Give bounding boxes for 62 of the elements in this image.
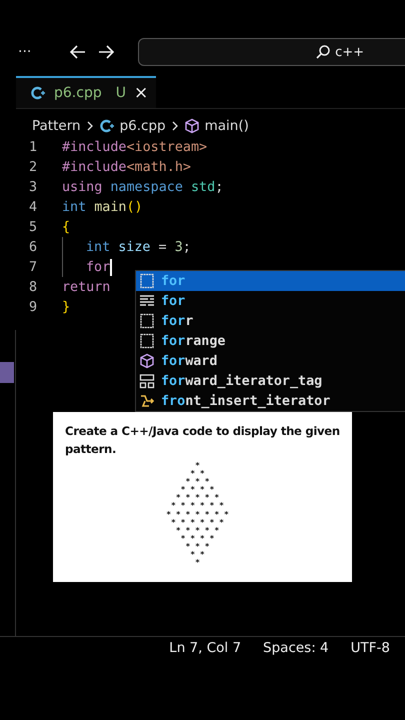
close-icon[interactable]: × bbox=[134, 83, 148, 103]
struct-icon bbox=[139, 373, 155, 389]
line-number: 9 bbox=[28, 300, 38, 314]
line-number: 2 bbox=[28, 160, 38, 174]
line-number: 5 bbox=[28, 220, 38, 234]
cube-icon bbox=[139, 353, 155, 369]
code-token: size bbox=[118, 240, 150, 254]
breadcrumb-item[interactable]: Pattern bbox=[32, 118, 81, 134]
code-token: for bbox=[86, 260, 110, 274]
code-token: () bbox=[126, 200, 143, 214]
code-token: <math.h> bbox=[126, 160, 191, 174]
line-number: 3 bbox=[28, 180, 38, 194]
search-field[interactable]: c++ bbox=[138, 38, 405, 66]
code-token: std bbox=[191, 180, 216, 194]
sidebar-marker bbox=[0, 362, 14, 383]
search-text: c++ bbox=[335, 44, 364, 60]
chevron-icon bbox=[170, 121, 179, 131]
cpp-file-icon bbox=[98, 118, 115, 134]
star-pattern: * * * * * * * * * * * * * * * * * * * * * * * * * * * * * * * * * * * * * * * * * * * * * * * * * bbox=[166, 462, 229, 568]
code-token: } bbox=[62, 300, 70, 314]
more-button[interactable]: ··· bbox=[18, 44, 68, 60]
breadcrumb-item[interactable]: p6.cpp bbox=[120, 118, 166, 134]
code-token: namespace bbox=[110, 180, 184, 194]
search-icon bbox=[315, 44, 332, 60]
suggestion-item[interactable]: forward bbox=[136, 351, 405, 371]
code-token: int bbox=[62, 200, 88, 214]
code-token: #include bbox=[62, 160, 126, 174]
status-item[interactable]: Spaces: 4 bbox=[263, 640, 329, 656]
status-item[interactable]: UTF-8 bbox=[350, 640, 390, 656]
code-token: ; bbox=[182, 240, 191, 254]
function-icon bbox=[139, 393, 155, 409]
suggestion-item[interactable]: for bbox=[136, 291, 405, 311]
status-item[interactable]: Ln 7, Col 7 bbox=[169, 640, 242, 656]
suggestion-item[interactable]: front_insert_iterator bbox=[136, 391, 405, 411]
line-number: 6 bbox=[28, 240, 38, 254]
breadcrumb-item[interactable]: main() bbox=[204, 118, 249, 134]
code-token: using bbox=[62, 180, 104, 194]
line-number: 7 bbox=[28, 260, 38, 274]
cube-icon bbox=[184, 118, 200, 134]
code-token: <iostream> bbox=[126, 140, 208, 154]
code-token: #include bbox=[62, 140, 126, 154]
snippet-icon bbox=[139, 273, 155, 289]
chevron-icon bbox=[86, 121, 94, 131]
snippet-icon bbox=[139, 333, 155, 349]
code-token: main bbox=[94, 200, 126, 214]
code-token: int bbox=[86, 240, 112, 254]
code-token: = bbox=[158, 240, 168, 254]
line-number: 1 bbox=[28, 140, 38, 154]
suggestion-item[interactable]: forr bbox=[136, 311, 405, 331]
line-number: 4 bbox=[28, 200, 38, 214]
line-number: 8 bbox=[28, 280, 38, 294]
code-token: return bbox=[62, 280, 110, 294]
cpp-file-icon bbox=[30, 85, 46, 101]
snippet-icon bbox=[139, 313, 155, 329]
code-token: { bbox=[62, 220, 70, 234]
suggestion-item[interactable]: forrange bbox=[136, 331, 405, 351]
suggestion-item[interactable]: forward_iterator_tag bbox=[136, 371, 405, 391]
text-caret bbox=[110, 258, 112, 276]
editor-tab[interactable]: p6.cpp U × bbox=[16, 76, 156, 108]
question-text: Create a C++/Java code to display the given pattern. bbox=[65, 423, 340, 458]
code-token: 3 bbox=[174, 240, 183, 254]
code-token: ; bbox=[215, 180, 224, 194]
